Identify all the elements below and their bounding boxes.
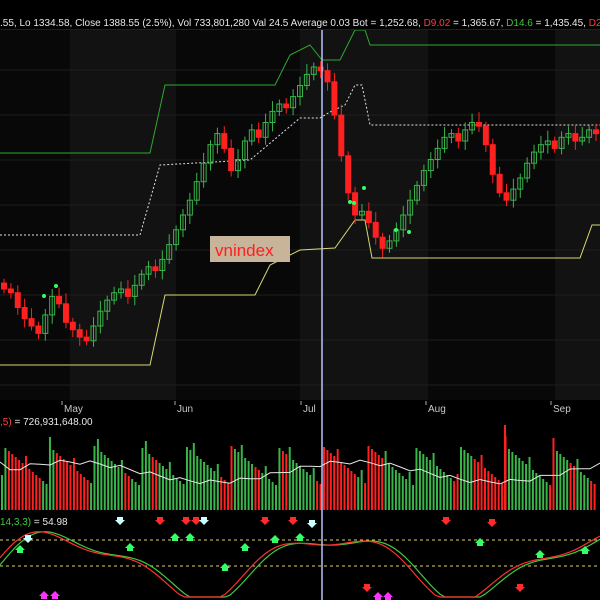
price-signal-dot <box>54 284 58 288</box>
header-bar: .55, Lo 1334.58, Close 1388.55 (2.5%), V… <box>0 0 600 29</box>
candle-body <box>324 70 331 83</box>
candle-body <box>7 288 14 294</box>
candle-body <box>593 129 599 135</box>
candle-body <box>372 221 379 238</box>
header-segment: = 1,365.67, <box>450 18 506 29</box>
volume-label-prefix: ,5) <box>0 417 12 428</box>
candle-body <box>489 144 496 175</box>
candle-body <box>83 336 90 342</box>
price-header-text: .55, Lo 1334.58, Close 1388.55 (2.5%), V… <box>0 18 600 29</box>
candle-body <box>124 288 131 297</box>
candle-body <box>338 114 345 157</box>
month-label: Jun <box>177 404 193 415</box>
candle-body <box>62 303 69 323</box>
x-axis: May Jun Jul Aug Sep <box>0 401 600 415</box>
stock-chart: .55, Lo 1334.58, Close 1388.55 (2.5%), V… <box>0 0 600 600</box>
candle-body <box>28 318 35 327</box>
candle-body <box>69 321 76 331</box>
candle-body <box>21 307 28 320</box>
volume-panel: ,5) = 726,931,648.00 <box>0 415 600 512</box>
month-label: May <box>64 404 83 415</box>
month-band <box>70 30 176 400</box>
stochastic-label-prefix: 14,3,3) <box>0 517 31 528</box>
price-signal-dot <box>362 186 366 190</box>
candle-body <box>255 129 262 138</box>
header-segment: D14.6 <box>506 18 533 29</box>
candle-body <box>551 140 558 149</box>
header-segment: D9.02 <box>424 18 451 29</box>
stochastic-label-value: = 54.98 <box>31 517 68 528</box>
candle-body <box>1 282 7 290</box>
month-band <box>428 30 555 400</box>
candle-body <box>496 173 503 194</box>
candle-body <box>35 325 42 334</box>
candle-body <box>379 236 386 249</box>
volume-label: ,5) = 726,931,648.00 <box>0 417 93 428</box>
month-label: Aug <box>428 404 446 415</box>
candle-body <box>482 125 489 146</box>
candle-body <box>503 192 510 201</box>
stochastic-label: 14,3,3) = 54.98 <box>0 517 68 528</box>
candle-body <box>572 133 579 142</box>
candle-body <box>221 133 228 149</box>
price-signal-dot <box>407 230 411 234</box>
candle-body <box>345 155 352 194</box>
month-label: Jul <box>303 404 316 415</box>
header-divider <box>0 29 600 30</box>
candle-body <box>76 329 83 338</box>
price-signal-dot <box>42 294 46 298</box>
candle-body <box>152 266 159 271</box>
header-segment: .55, Lo 1334.58, Close 1388.55 (2.5%), V… <box>0 18 424 29</box>
candle-body <box>56 295 63 305</box>
candle-body <box>331 81 338 116</box>
stochastic-panel: 14,3,3) = 54.98 <box>0 513 600 600</box>
month-band <box>0 30 70 400</box>
header-segment: D23.6 <box>589 18 600 29</box>
candle-body <box>475 122 482 127</box>
candle-body <box>283 103 290 109</box>
month-band <box>555 30 600 400</box>
volume-label-value: = 726,931,648.00 <box>12 417 93 428</box>
watermark: vnindex <box>210 236 290 262</box>
candle-body <box>228 147 235 172</box>
candle-body <box>14 292 21 309</box>
watermark-text: vnindex <box>215 241 274 260</box>
header-segment: = 1,435.45, <box>533 18 589 29</box>
price-signal-dot <box>352 201 356 205</box>
candle-body <box>455 133 462 142</box>
candle-body <box>365 210 372 223</box>
price-signal-dot <box>348 200 352 204</box>
price-signal-dot <box>394 228 398 232</box>
month-label: Sep <box>553 404 571 415</box>
